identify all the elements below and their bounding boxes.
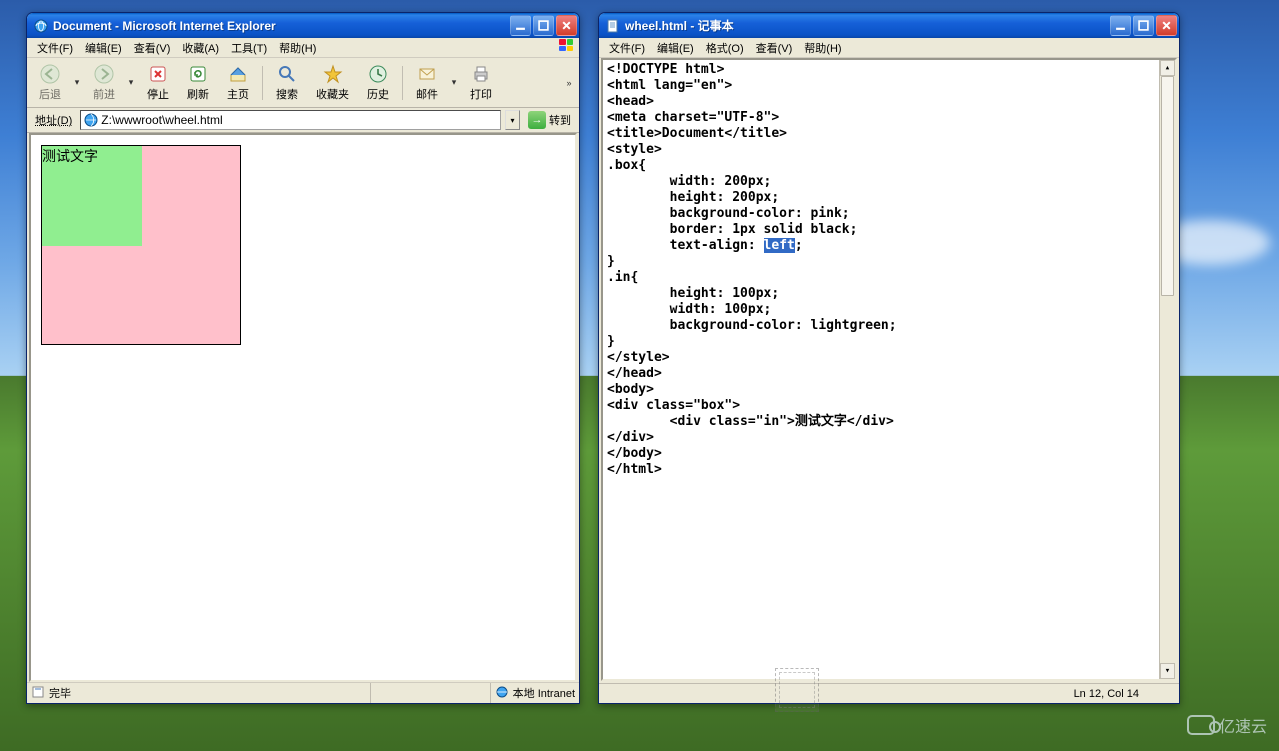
go-label: 转到 [549,112,571,128]
cursor-position: Ln 12, Col 14 [1074,688,1139,700]
back-chevron[interactable]: ▾ [71,77,83,88]
minimize-button[interactable] [510,15,531,36]
mail-button[interactable]: 邮件 [408,60,446,105]
print-icon [470,63,492,85]
scrollbar[interactable]: ▴ ▾ [1159,60,1175,679]
print-button[interactable]: 打印 [462,60,500,105]
scroll-thumb[interactable] [1161,76,1174,296]
toolbar-overflow-chevron[interactable]: » [563,78,575,88]
menu-file[interactable]: 文件(F) [603,38,651,58]
ie-title-text: Document - Microsoft Internet Explorer [53,19,510,33]
address-field[interactable] [80,110,501,130]
refresh-icon [187,63,209,85]
menu-edit[interactable]: 编辑(E) [79,38,128,58]
ie-status-bar: 完毕 本地 Intranet [27,682,579,703]
home-button[interactable]: 主页 [219,60,257,105]
search-button[interactable]: 搜索 [268,60,306,105]
status-section [370,683,490,703]
watermark-icon [1187,715,1215,735]
toolbar-separator [262,66,263,100]
home-icon [227,63,249,85]
maximize-button[interactable] [1133,15,1154,36]
menu-format[interactable]: 格式(O) [700,38,750,58]
search-icon [276,63,298,85]
menu-help[interactable]: 帮助(H) [798,38,847,58]
forward-icon [93,63,115,85]
ie-toolbar: 后退 ▾ 前进 ▾ 停止 刷新 主页 搜索 收藏夹 [27,58,579,108]
zone-icon [495,685,509,702]
history-button[interactable]: 历史 [359,60,397,105]
ie-menubar: 文件(F) 编辑(E) 查看(V) 收藏(A) 工具(T) 帮助(H) [27,38,579,58]
stop-icon [147,63,169,85]
favorites-button[interactable]: 收藏夹 [308,60,357,105]
back-button[interactable]: 后退 [31,60,69,105]
drag-outline [775,668,819,712]
ie-titlebar[interactable]: Document - Microsoft Internet Explorer [27,13,579,38]
minimize-button[interactable] [1110,15,1131,36]
menu-tools[interactable]: 工具(T) [225,38,273,58]
ie-address-bar: 地址(D) ▾ → 转到 [27,108,579,133]
close-button[interactable] [1156,15,1177,36]
forward-button[interactable]: 前进 [85,60,123,105]
back-icon [39,63,61,85]
notepad-window: wheel.html - 记事本 文件(F) 编辑(E) 格式(O) 查看(V)… [598,12,1180,704]
watermark-text: 亿速云 [1219,713,1267,737]
address-dropdown[interactable]: ▾ [505,110,520,130]
windows-flag-icon [559,39,577,55]
zone-text: 本地 Intranet [513,685,575,701]
notepad-status-bar: Ln 12, Col 14 [599,683,1179,703]
ie-app-icon [33,18,49,34]
menu-view[interactable]: 查看(V) [128,38,177,58]
notepad-app-icon [605,18,621,34]
scroll-down-arrow[interactable]: ▾ [1160,663,1175,679]
menu-edit[interactable]: 编辑(E) [651,38,700,58]
go-button[interactable]: → 转到 [524,111,575,129]
notepad-text-area[interactable]: <!DOCTYPE html> <html lang="en"> <head> … [601,58,1177,681]
menu-view[interactable]: 查看(V) [750,38,799,58]
demo-box: 测试文字 [41,145,241,345]
ie-content-area: 测试文字 [29,133,577,682]
notepad-title-text: wheel.html - 记事本 [625,17,1110,34]
watermark: 亿速云 [1187,713,1267,737]
history-icon [367,63,389,85]
refresh-button[interactable]: 刷新 [179,60,217,105]
address-label: 地址(D) [31,112,76,128]
stop-button[interactable]: 停止 [139,60,177,105]
go-arrow-icon: → [528,111,546,129]
demo-inner-box: 测试文字 [42,146,142,246]
status-text: 完毕 [49,685,71,701]
star-icon [322,63,344,85]
code-selection: left [764,238,795,253]
menu-help[interactable]: 帮助(H) [273,38,322,58]
done-icon [31,685,45,702]
forward-chevron[interactable]: ▾ [125,77,137,88]
notepad-menubar: 文件(F) 编辑(E) 格式(O) 查看(V) 帮助(H) [599,38,1179,58]
notepad-titlebar[interactable]: wheel.html - 记事本 [599,13,1179,38]
toolbar-separator [402,66,403,100]
menu-favorites[interactable]: 收藏(A) [176,38,225,58]
menu-file[interactable]: 文件(F) [31,38,79,58]
maximize-button[interactable] [533,15,554,36]
mail-icon [416,63,438,85]
code-post: ; } .in{ height: 100px; width: 100px; ba… [607,238,897,477]
mail-chevron[interactable]: ▾ [448,77,460,88]
close-button[interactable] [556,15,577,36]
code-pre: <!DOCTYPE html> <html lang="en"> <head> … [607,62,857,253]
scroll-up-arrow[interactable]: ▴ [1160,60,1175,76]
ie-window: Document - Microsoft Internet Explorer 文… [26,12,580,704]
address-input[interactable] [101,113,500,127]
page-icon [83,112,99,128]
